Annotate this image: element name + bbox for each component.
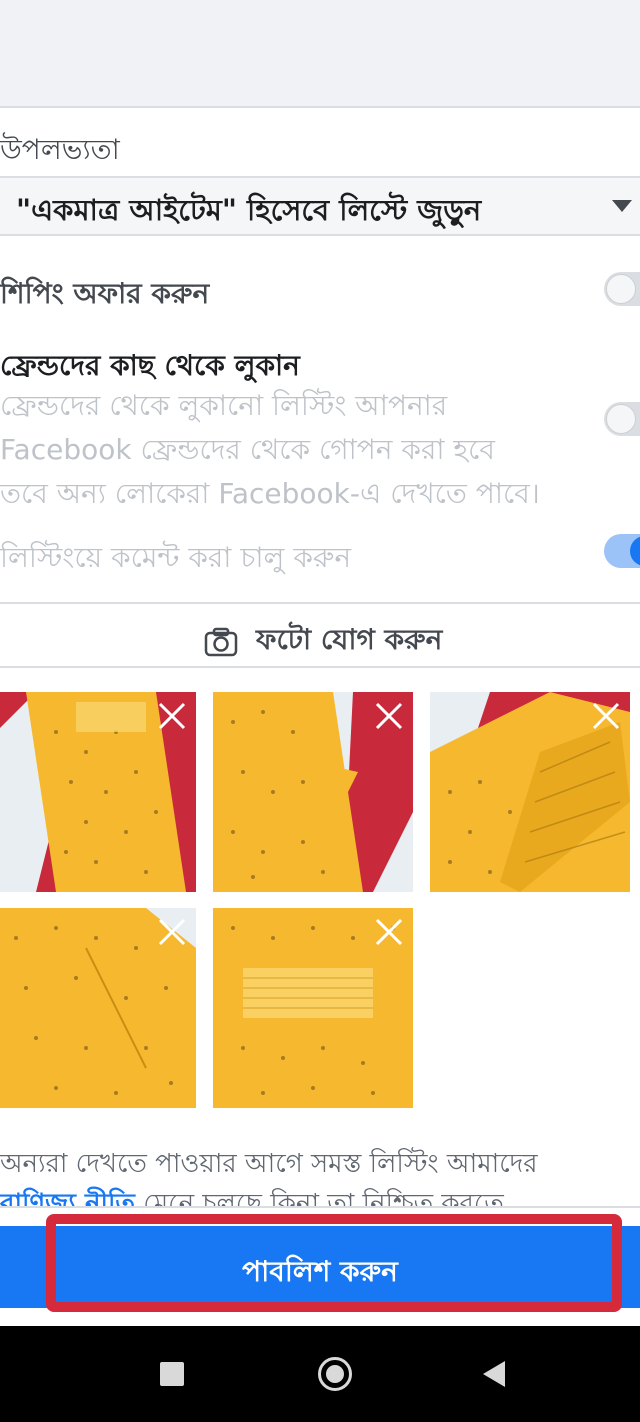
- policy-notice: অন্যরা দেখতে পাওয়ার আগে সমস্ত লিস্টিং আ…: [0, 1144, 640, 1208]
- highlight-box: [46, 1214, 622, 1312]
- comments-toggle[interactable]: [604, 534, 640, 568]
- close-icon[interactable]: [590, 700, 622, 732]
- close-icon[interactable]: [373, 700, 405, 732]
- camera-icon: [204, 627, 238, 656]
- toggle-knob: [606, 404, 636, 434]
- policy-notice-line-1: অন্যরা দেখতে পাওয়ার আগে সমস্ত লিস্টিং আ…: [0, 1149, 538, 1179]
- top-blank-area: [0, 0, 640, 108]
- listing-form: উপলভ্যতা "একমাত্র আইটেম" হিসেবে লিস্টে জ…: [0, 108, 640, 1208]
- back-triangle-icon[interactable]: [483, 1361, 505, 1387]
- availability-label: উপলভ্যতা: [0, 133, 120, 166]
- publish-bar: পাবলিশ করুন: [0, 1206, 640, 1326]
- photo-thumbnail-1[interactable]: [0, 692, 196, 892]
- availability-dropdown[interactable]: "একমাত্র আইটেম" হিসেবে লিস্টে জুড়ুন: [0, 176, 640, 236]
- photo-thumbnail-3[interactable]: [430, 692, 630, 892]
- photo-thumbnail-5[interactable]: [213, 908, 413, 1108]
- close-icon[interactable]: [373, 916, 405, 948]
- hide-description-line-2: Facebook ফ্রেন্ডদের থেকে গোপন করা হবে: [0, 433, 495, 466]
- toggle-knob: [630, 536, 640, 566]
- close-icon[interactable]: [156, 700, 188, 732]
- home-circle-icon[interactable]: [318, 1357, 352, 1391]
- system-navigation-bar: [0, 1326, 640, 1422]
- square-icon[interactable]: [160, 1362, 184, 1386]
- comments-label: লিস্টিংয়ে কমেন্ট করা চালু করুন: [0, 541, 352, 574]
- hide-description-line-1: ফ্রেন্ডদের থেকে লুকানো লিস্টিং আপনার: [0, 389, 448, 422]
- shipping-label: শিপিং অফার করুন: [0, 277, 210, 310]
- caret-down-icon: [612, 200, 632, 212]
- toggle-knob: [606, 274, 636, 304]
- add-photo-button[interactable]: ফটো যোগ করুন: [0, 602, 640, 668]
- policy-notice-line-2: বাণিজ্য নীতি মেনে চলছে কিনা তা নিশ্চিত ক…: [0, 1184, 640, 1208]
- add-photo-label: ফটো যোগ করুন: [256, 623, 443, 656]
- hide-from-friends-toggle[interactable]: [604, 402, 640, 436]
- close-icon[interactable]: [156, 916, 188, 948]
- photo-thumbnail-2[interactable]: [213, 692, 413, 892]
- photo-thumbnail-4[interactable]: [0, 908, 196, 1108]
- availability-selected-value: "একমাত্র আইটেম" হিসেবে লিস্টে জুড়ুন: [16, 193, 482, 227]
- hide-description-line-3: তবে অন্য লোকেরা Facebook-এ দেখতে পাবে।: [0, 477, 540, 510]
- shipping-toggle[interactable]: [604, 272, 640, 306]
